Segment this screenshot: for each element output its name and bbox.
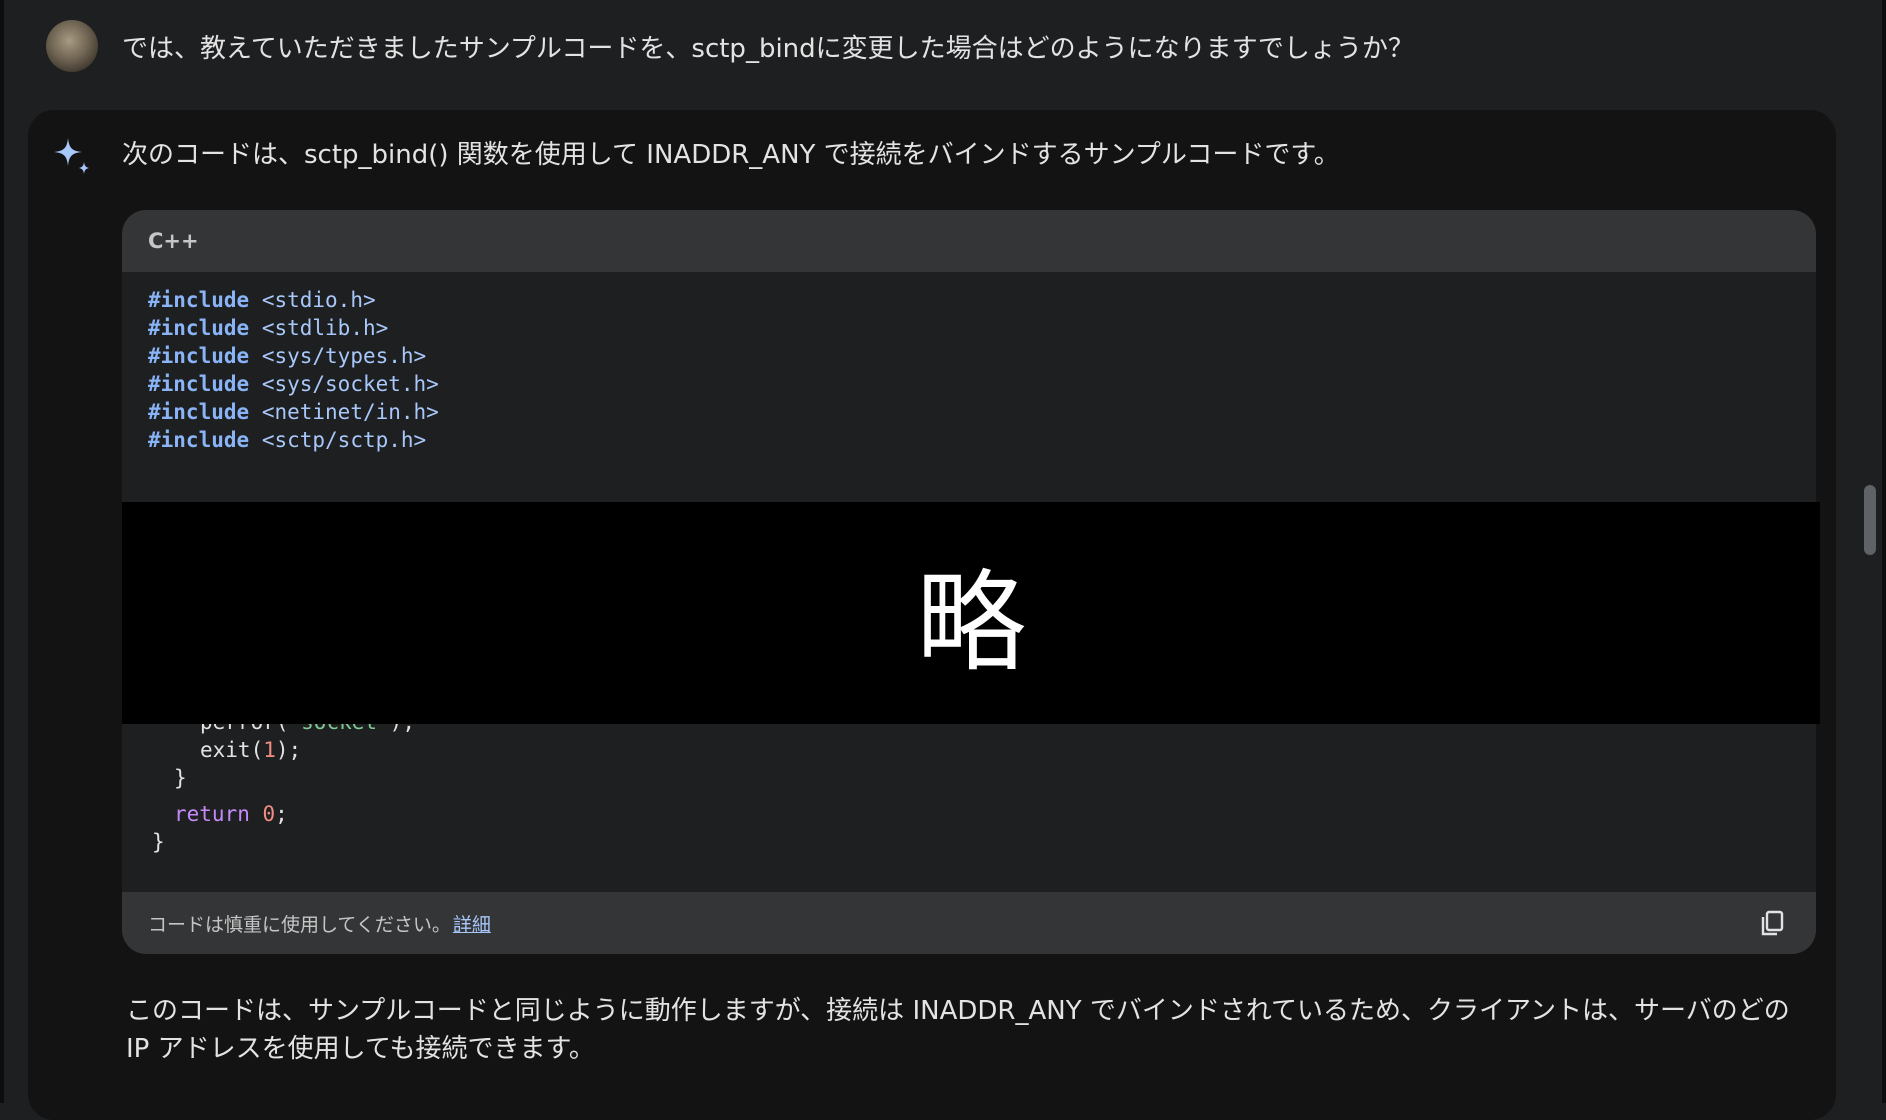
code-line: #include <stdio.h> <box>148 288 376 312</box>
page-edge-right <box>1882 0 1886 1103</box>
code-footer: コードは慎重に使用してください。 詳細 <box>122 892 1816 954</box>
user-prompt-text: では、教えていただきましたサンプルコードを、sctp_bindに変更した場合はど… <box>122 33 1414 64</box>
code-line: exit(1); <box>200 738 302 762</box>
sparkle-icon <box>54 138 89 174</box>
code-line: #include <sctp/sctp.h> <box>148 428 427 452</box>
code-line: return 0; <box>174 802 288 826</box>
scrollbar-thumb[interactable] <box>1864 485 1876 555</box>
code-line: } <box>174 766 187 790</box>
code-line: } <box>152 830 165 854</box>
code-line: #include <netinet/in.h> <box>148 400 439 424</box>
code-line: #include <stdlib.h> <box>148 316 389 340</box>
page-edge-left <box>0 0 4 1103</box>
copy-icon[interactable] <box>1758 908 1788 938</box>
code-caution-text: コードは慎重に使用してください。 <box>148 913 451 936</box>
redaction-overlay: 略 <box>122 502 1820 724</box>
code-line: #include <sys/types.h> <box>148 344 427 368</box>
code-language-label: C++ <box>122 210 1816 272</box>
response-outro: このコードは、サンプルコードと同じように動作しますが、接続は INADDR_AN… <box>126 996 1790 1064</box>
details-link[interactable]: 詳細 <box>453 910 491 937</box>
user-avatar <box>46 20 98 72</box>
redaction-label: 略 <box>916 559 1026 687</box>
user-prompt-row: では、教えていただきましたサンプルコードを、sctp_bindに変更した場合はど… <box>46 20 1826 72</box>
response-intro: 次のコードは、sctp_bind() 関数を使用して INADDR_ANY で接… <box>122 140 1340 170</box>
code-line: #include <sys/socket.h> <box>148 372 439 396</box>
